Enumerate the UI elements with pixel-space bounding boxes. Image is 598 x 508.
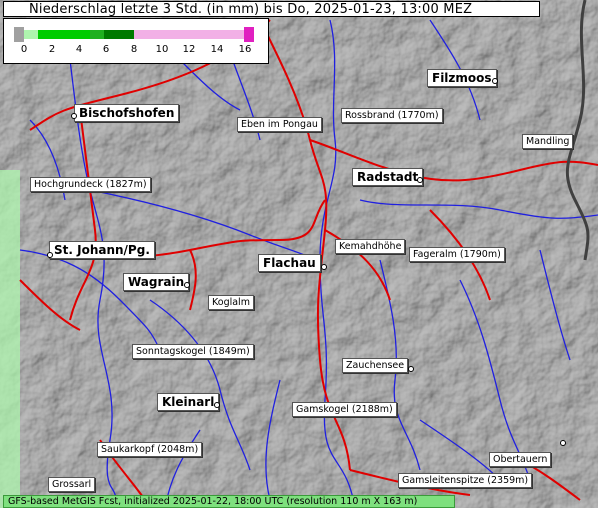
legend-pink bbox=[134, 30, 244, 39]
location-marker bbox=[560, 440, 566, 446]
legend-light-green bbox=[24, 30, 38, 39]
place-label: Filzmoos bbox=[427, 69, 497, 87]
location-marker bbox=[492, 78, 498, 84]
place-label: Fageralm (1790m) bbox=[409, 247, 505, 262]
precip-area-light bbox=[0, 170, 20, 508]
place-label: Grossarl bbox=[48, 477, 96, 492]
legend-tick: 6 bbox=[102, 44, 110, 55]
legend-tick: 8 bbox=[130, 44, 138, 55]
place-label: Obertauern bbox=[489, 452, 552, 467]
location-marker bbox=[184, 282, 190, 288]
place-label: Gamskogel (2188m) bbox=[292, 402, 397, 417]
place-label: Eben im Pongau bbox=[237, 117, 322, 132]
legend-tick: 10 bbox=[155, 44, 169, 55]
legend-green bbox=[38, 30, 90, 39]
forecast-footer: GFS-based MetGIS Fcst, initialized 2025-… bbox=[3, 495, 455, 508]
legend-dark-green bbox=[104, 30, 134, 39]
legend-tick: 16 bbox=[238, 44, 252, 55]
legend-tick: 14 bbox=[210, 44, 224, 55]
place-label: Koglalm bbox=[208, 295, 254, 310]
legend-tick: 0 bbox=[20, 44, 28, 55]
place-label: Kemahdhöhe bbox=[335, 239, 406, 254]
legend-zero-swatch bbox=[14, 27, 24, 42]
legend-tick: 12 bbox=[182, 44, 196, 55]
location-marker bbox=[214, 402, 220, 408]
place-label: St. Johann/Pg. bbox=[49, 241, 155, 259]
legend-max-swatch bbox=[244, 27, 254, 42]
place-label: Zauchensee bbox=[342, 358, 409, 373]
legend-tick: 2 bbox=[48, 44, 56, 55]
place-label: Flachau bbox=[258, 254, 321, 272]
legend-mid-green bbox=[90, 30, 104, 39]
location-marker bbox=[71, 113, 77, 119]
place-label: Gamsleitenspitze (2359m) bbox=[398, 473, 533, 488]
place-label: Saukarkopf (2048m) bbox=[97, 442, 203, 457]
place-label: Mandling bbox=[522, 134, 574, 149]
place-label: Wagrain bbox=[123, 273, 190, 291]
place-label: Radstadt bbox=[352, 168, 424, 186]
place-label: Kleinarl bbox=[157, 393, 220, 411]
place-label: Rossbrand (1770m) bbox=[341, 108, 443, 123]
location-marker bbox=[417, 177, 423, 183]
location-marker bbox=[47, 252, 53, 258]
location-marker bbox=[321, 264, 327, 270]
place-label: Sonntagskogel (1849m) bbox=[132, 344, 254, 359]
location-marker bbox=[408, 366, 414, 372]
place-label: Bischofshofen bbox=[74, 104, 180, 122]
place-label: Hochgrundeck (1827m) bbox=[30, 177, 151, 192]
map-title: Niederschlag letzte 3 Std. (in mm) bis D… bbox=[3, 1, 540, 17]
precipitation-legend: 0 2 4 6 8 10 12 14 16 bbox=[3, 18, 269, 64]
legend-tick: 4 bbox=[75, 44, 83, 55]
precipitation-map: Niederschlag letzte 3 Std. (in mm) bis D… bbox=[0, 0, 598, 508]
